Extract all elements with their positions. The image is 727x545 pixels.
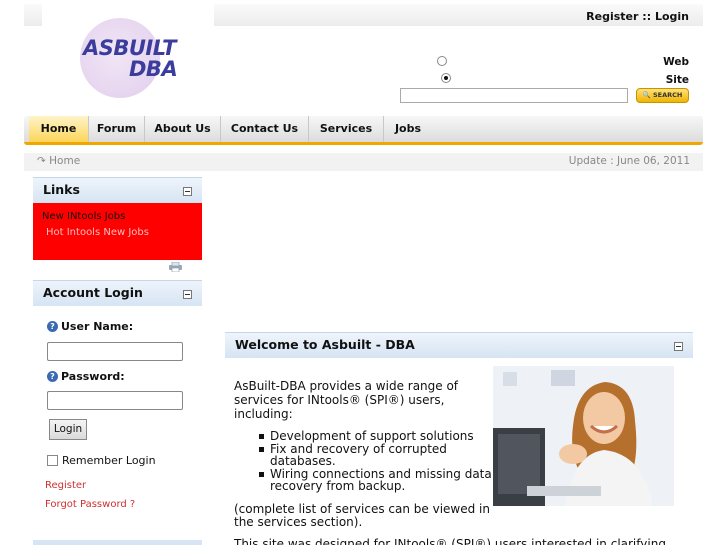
remember-label: Remember Login (62, 454, 156, 467)
note-line: the services section). (234, 514, 363, 529)
main-nav: Home Forum About Us Contact Us Services … (24, 116, 703, 145)
login-panel-header: Account Login (33, 280, 202, 306)
collapse-welcome-icon[interactable] (674, 342, 683, 351)
search-button-label: SEARCH (652, 91, 683, 99)
services-list: Development of support solutions Fix and… (256, 430, 492, 493)
link-separator: :: (642, 10, 652, 23)
nav-forum[interactable]: Forum (89, 116, 145, 142)
printer-icon[interactable] (168, 262, 183, 272)
nav-about-us[interactable]: About Us (145, 116, 221, 142)
collapse-links-icon[interactable] (183, 187, 192, 196)
search-button[interactable]: 🔍 SEARCH (636, 88, 689, 103)
intro-paragraph: This site was designed for INtools® (SPI… (234, 537, 666, 545)
password-label: ? Password: (47, 370, 125, 383)
nav-jobs[interactable]: Jobs (384, 116, 432, 142)
search-input[interactable] (400, 88, 628, 103)
welcome-title: Welcome to Asbuilt - DBA (235, 337, 415, 352)
register-link[interactable]: Register (586, 10, 638, 23)
help-icon: ? (47, 321, 58, 332)
welcome-intro: AsBuilt-DBA provides a wide range of ser… (234, 379, 458, 421)
list-item: Wiring connections and missing data recov… (256, 467, 492, 493)
nav-services[interactable]: Services (309, 116, 384, 142)
radio-site-label: Site (665, 74, 689, 86)
note-line: (complete list of services can be viewed… (234, 502, 490, 516)
breadcrumb: ↷ Home (37, 155, 80, 167)
login-link[interactable]: Login (655, 10, 689, 23)
intro-line: services for INtools® (SPI®) users, (234, 393, 445, 407)
next-panel-header (33, 540, 202, 545)
username-field[interactable] (47, 342, 183, 361)
forgot-password-link[interactable]: Forgot Password ? (45, 499, 135, 510)
collapse-login-icon[interactable] (183, 290, 192, 299)
radio-web-label: Web (663, 56, 689, 68)
update-date: Update : June 06, 2011 (568, 155, 690, 167)
password-label-text: Password: (61, 370, 125, 383)
username-label: ? User Name: (47, 320, 133, 333)
links-panel-title: Links (43, 182, 80, 197)
remember-checkbox[interactable] (47, 455, 58, 466)
nav-contact-us[interactable]: Contact Us (221, 116, 309, 142)
woman-at-computer-photo (493, 366, 674, 506)
link-new-intools-jobs[interactable]: New INtools Jobs (42, 211, 125, 222)
logo-line-2: DBA (129, 57, 178, 81)
welcome-header: Welcome to Asbuilt - DBA (225, 332, 693, 358)
magnifier-icon: 🔍 (642, 91, 651, 99)
username-label-text: User Name: (61, 320, 134, 333)
help-icon: ? (47, 371, 58, 382)
login-button[interactable]: Login (49, 419, 87, 440)
password-field[interactable] (47, 391, 183, 410)
site-logo[interactable]: ASBUILT DBA (83, 38, 178, 81)
radio-site[interactable] (441, 73, 451, 83)
account-links: Register :: Login (586, 10, 689, 23)
radio-web[interactable] (437, 56, 447, 66)
link-hot-intools-jobs[interactable]: Hot Intools New Jobs (46, 227, 149, 238)
list-item-text: recovery from backup. (270, 479, 406, 493)
register-side-link[interactable]: Register (45, 480, 86, 491)
login-panel-title: Account Login (43, 285, 143, 300)
list-item: Fix and recovery of corrupted databases. (256, 442, 492, 468)
breadcrumb-home[interactable]: Home (49, 155, 80, 167)
nav-home[interactable]: Home (29, 116, 89, 142)
services-note: (complete list of services can be viewed… (234, 503, 490, 528)
intro-line: including: (234, 407, 293, 421)
links-panel-header: Links (33, 177, 202, 203)
intro-line: AsBuilt-DBA provides a wide range of (234, 379, 459, 393)
breadcrumb-arrow-icon: ↷ (37, 155, 46, 167)
